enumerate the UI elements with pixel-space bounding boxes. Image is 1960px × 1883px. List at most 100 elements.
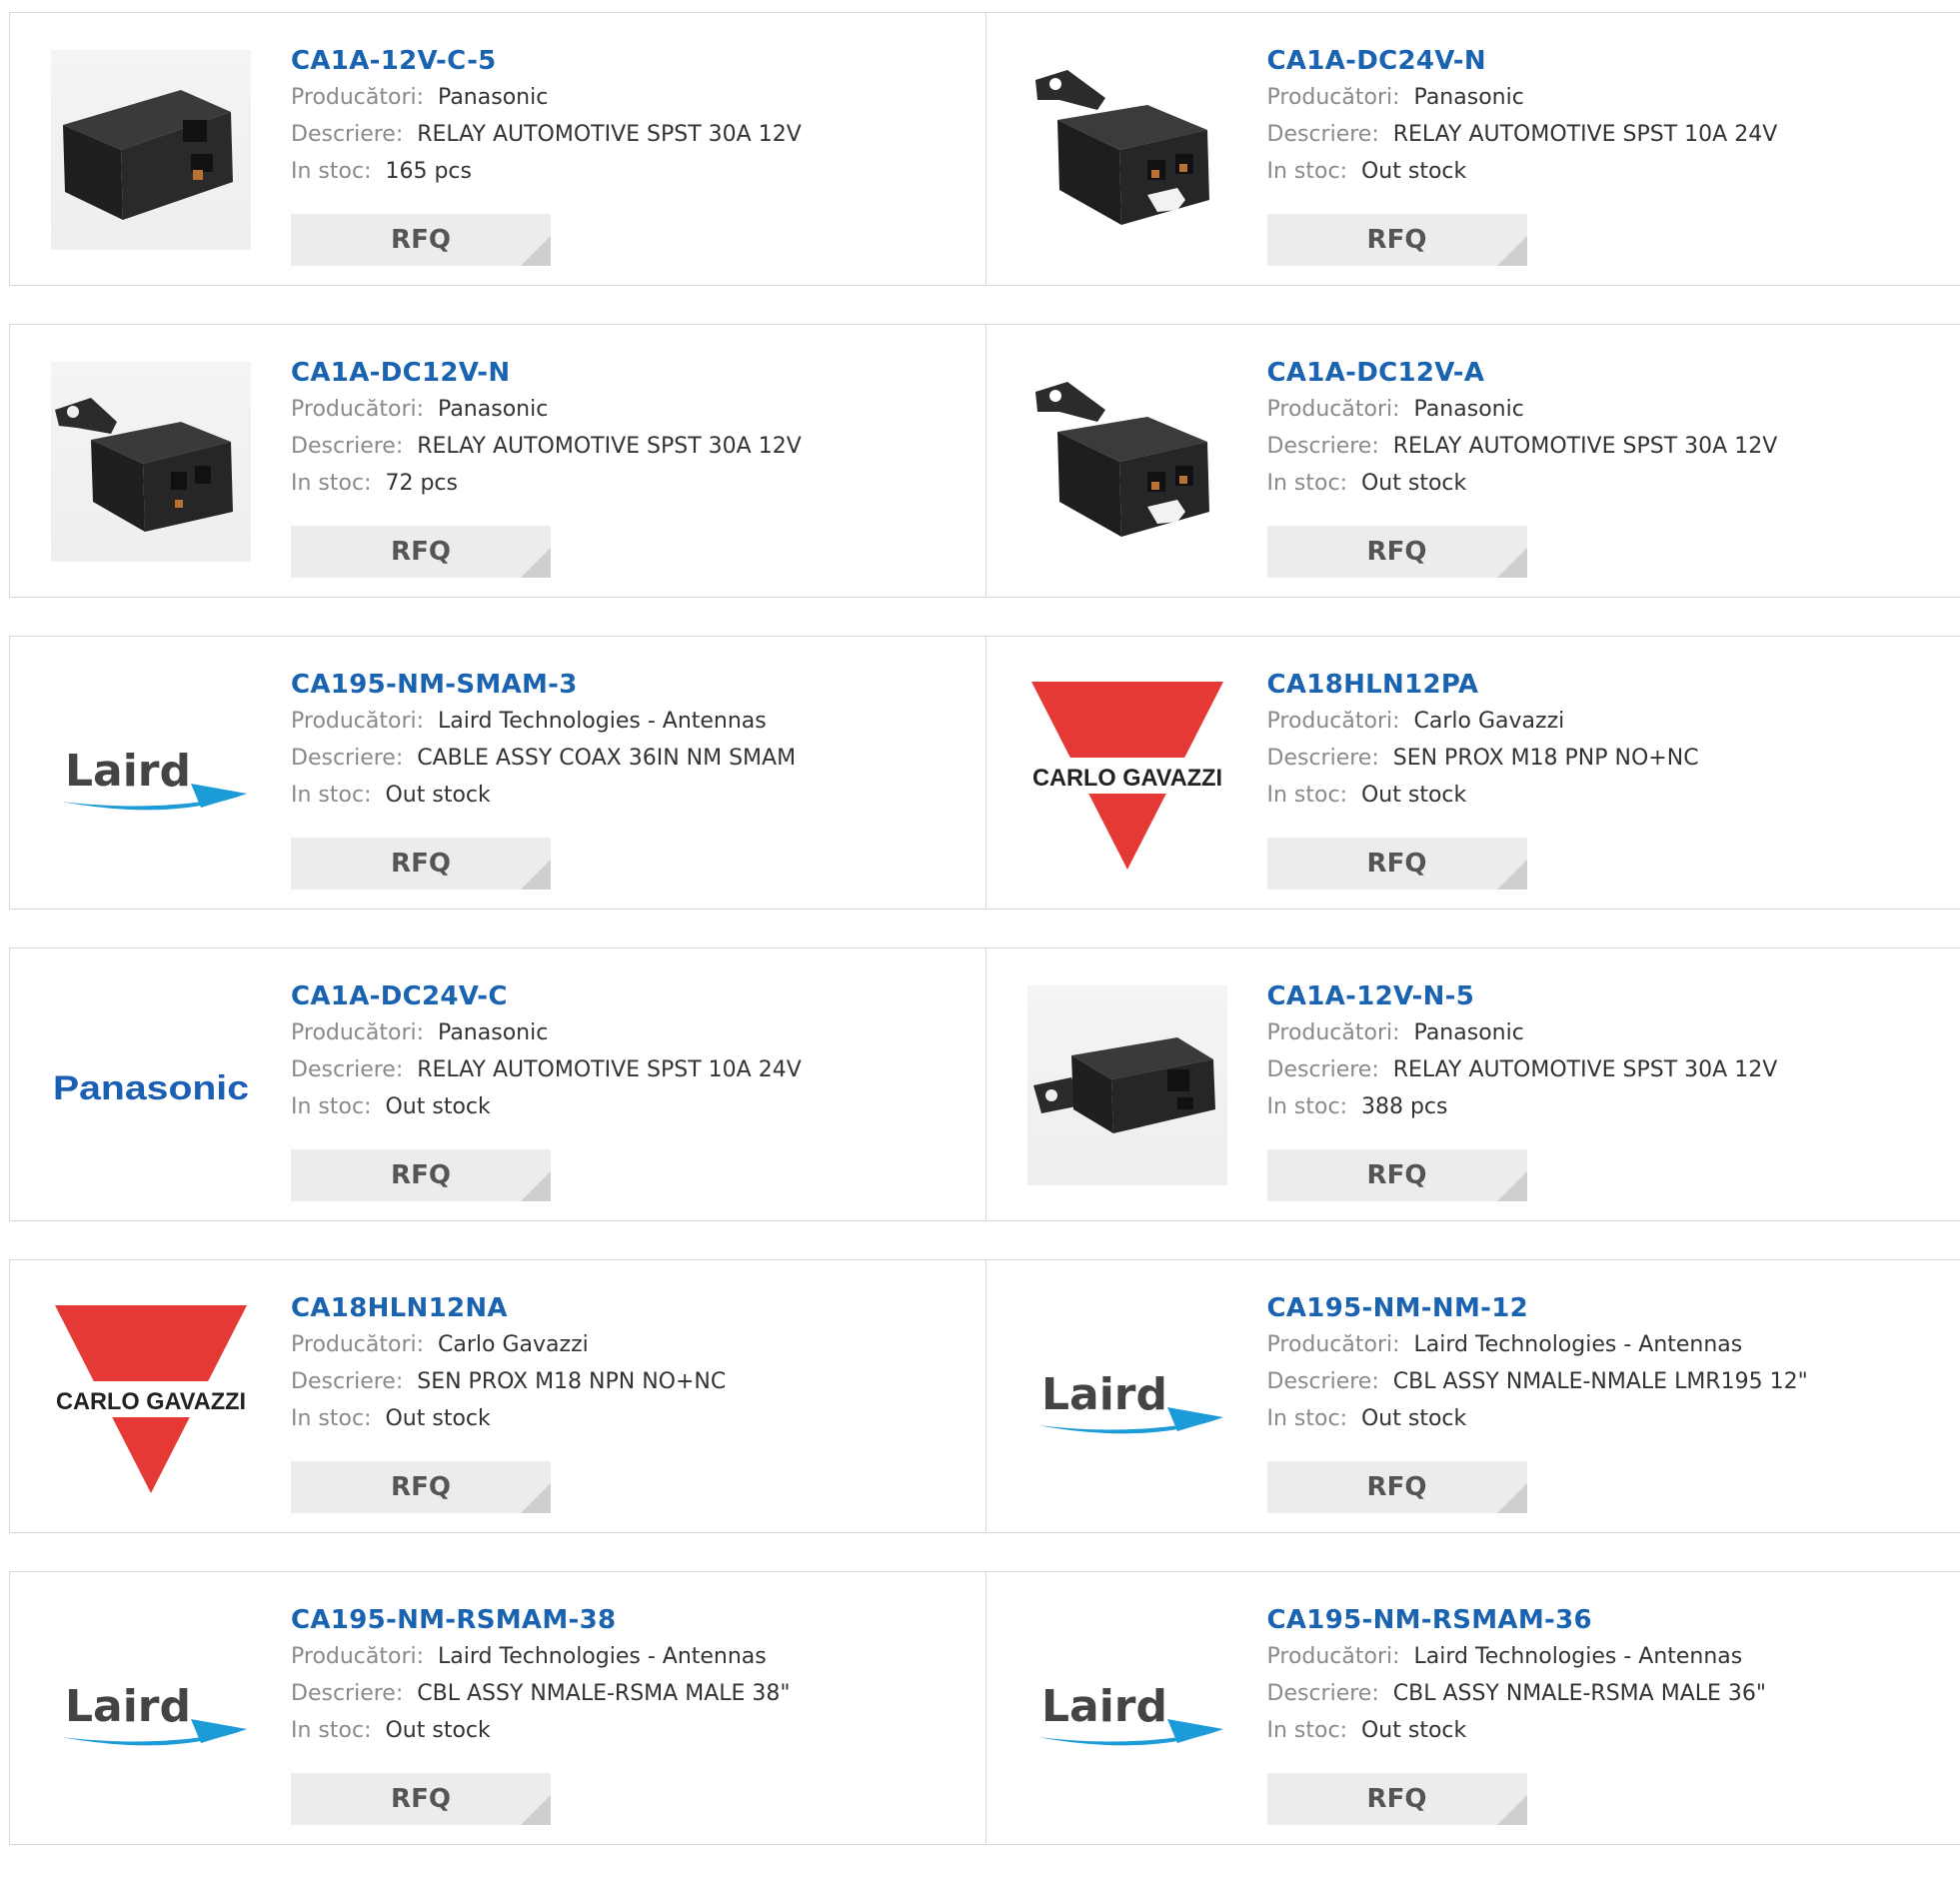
product-row: Laird CA195-NM-SMAM-3 Producători: Laird … <box>9 636 1960 910</box>
stock-value: Out stock <box>1361 159 1466 184</box>
product-card: Panasonic CA1A-DC24V-C Producători: Panas… <box>9 947 986 1221</box>
description-label: Descriere: <box>1267 1681 1379 1706</box>
product-image[interactable]: CARLO GAVAZZI <box>1027 674 1227 874</box>
description-value: CBL ASSY NMALE-NMALE LMR195 12" <box>1393 1369 1808 1394</box>
rfq-button[interactable]: RFQ <box>1267 1461 1527 1513</box>
rfq-button[interactable]: RFQ <box>291 214 551 266</box>
product-title-link[interactable]: CA195-NM-RSMAM-38 <box>291 1602 791 1638</box>
stock-label: In stoc: <box>1267 471 1347 496</box>
product-image[interactable]: Panasonic <box>51 985 251 1185</box>
product-title-link[interactable]: CA195-NM-RSMAM-36 <box>1267 1602 1767 1638</box>
product-title-link[interactable]: CA1A-12V-N-5 <box>1267 978 1778 1014</box>
panasonic-logo: Panasonic <box>51 985 251 1185</box>
manufacturer-label: Producători: <box>1267 1020 1400 1045</box>
stock-label: In stoc: <box>1267 783 1347 808</box>
product-title-link[interactable]: CA18HLN12NA <box>291 1290 726 1326</box>
product-image[interactable]: CARLO GAVAZZI <box>51 1297 251 1497</box>
rfq-button[interactable]: RFQ <box>1267 838 1527 890</box>
stock-label: In stoc: <box>291 159 371 184</box>
product-card: CA1A-DC24V-N Producători:Panasonic Descr… <box>985 12 1960 286</box>
product-title-link[interactable]: CA1A-DC12V-N <box>291 355 802 391</box>
manufacturer-value: Panasonic <box>438 1020 548 1045</box>
rfq-label: RFQ <box>1367 225 1427 255</box>
product-image[interactable] <box>1027 362 1227 562</box>
product-title-link[interactable]: CA1A-DC24V-N <box>1267 43 1778 79</box>
product-card: CARLO GAVAZZI CA18HLN12NA Producători:Ca… <box>9 1259 986 1533</box>
laird-logo-text: Laird <box>65 746 191 797</box>
manufacturer-value: Carlo Gavazzi <box>1414 709 1565 734</box>
corner-triangle-icon <box>521 236 551 266</box>
corner-triangle-icon <box>1497 860 1527 890</box>
product-image[interactable]: Laird <box>51 674 251 874</box>
corner-triangle-icon <box>521 1171 551 1201</box>
corner-triangle-icon <box>1497 548 1527 578</box>
manufacturer-value: Panasonic <box>1414 85 1524 110</box>
stock-value: Out stock <box>385 1094 490 1119</box>
product-row: CA1A-12V-C-5 Producători:Panasonic Descr… <box>9 12 1960 286</box>
stock-label: In stoc: <box>291 1094 371 1119</box>
rfq-button[interactable]: RFQ <box>291 526 551 578</box>
manufacturer-value: Laird Technologies - Antennas <box>438 1644 767 1669</box>
carlo-gavazzi-logo-text: CARLO GAVAZZI <box>1032 765 1222 792</box>
product-card: Laird CA195-NM-SMAM-3 Producători: Laird … <box>9 636 986 910</box>
product-title-link[interactable]: CA195-NM-SMAM-3 <box>291 667 796 703</box>
stock-label: In stoc: <box>1267 1718 1347 1743</box>
corner-triangle-icon <box>521 860 551 890</box>
relay-bracket-side-icon <box>51 362 251 562</box>
rfq-button[interactable]: RFQ <box>1267 1773 1527 1825</box>
manufacturer-label: Producători: <box>291 709 424 734</box>
product-image[interactable] <box>51 362 251 562</box>
product-grid: CA1A-12V-C-5 Producători: Panasonic Descr… <box>9 12 1960 1883</box>
stock-label: In stoc: <box>291 471 371 496</box>
rfq-button[interactable]: RFQ <box>291 1461 551 1513</box>
product-row: Laird CA195-NM-RSMAM-38 Producători: Lair… <box>9 1571 1960 1845</box>
manufacturer-value: Panasonic <box>1414 397 1524 422</box>
rfq-button[interactable]: RFQ <box>1267 526 1527 578</box>
product-image[interactable] <box>51 50 251 250</box>
manufacturer-label: Producători: <box>1267 1644 1400 1669</box>
product-image[interactable] <box>1027 985 1227 1185</box>
rfq-button[interactable]: RFQ <box>1267 214 1527 266</box>
manufacturer-label: Producători: <box>1267 1332 1400 1357</box>
product-image[interactable]: Laird <box>1027 1297 1227 1497</box>
manufacturer-label: Producători: <box>291 1020 424 1045</box>
product-image[interactable]: Laird <box>51 1609 251 1809</box>
product-card: Laird CA195-NM-RSMAM-38 Producători:Lair… <box>9 1571 986 1845</box>
rfq-label: RFQ <box>391 537 451 567</box>
product-row: CARLO GAVAZZI CA18HLN12NA Producători:Ca… <box>9 1259 1960 1533</box>
stock-value: 165 pcs <box>385 159 472 184</box>
description-value: CBL ASSY NMALE-RSMA MALE 36" <box>1393 1681 1766 1706</box>
rfq-label: RFQ <box>391 225 451 255</box>
product-image[interactable] <box>1027 50 1227 250</box>
rfq-button[interactable]: RFQ <box>291 838 551 890</box>
product-title-link[interactable]: CA195-NM-NM-12 <box>1267 1290 1808 1326</box>
product-title-link[interactable]: CA18HLN12PA <box>1267 667 1699 703</box>
product-title-link[interactable]: CA1A-DC12V-A <box>1267 355 1778 391</box>
manufacturer-value: Laird Technologies - Antennas <box>438 709 767 734</box>
laird-logo: Laird <box>1027 1297 1227 1497</box>
product-image[interactable]: Laird <box>1027 1609 1227 1809</box>
product-title-link[interactable]: CA1A-12V-C-5 <box>291 43 802 79</box>
description-label: Descriere: <box>291 1057 403 1082</box>
rfq-label: RFQ <box>391 1472 451 1502</box>
description-label: Descriere: <box>1267 746 1379 771</box>
description-value: RELAY AUTOMOTIVE SPST 10A 24V <box>1393 122 1778 147</box>
corner-triangle-icon <box>521 548 551 578</box>
corner-triangle-icon <box>521 1795 551 1825</box>
description-label: Descriere: <box>291 1681 403 1706</box>
stock-value: Out stock <box>385 1718 490 1743</box>
rfq-button[interactable]: RFQ <box>291 1149 551 1201</box>
manufacturer-value: Laird Technologies - Antennas <box>1414 1644 1743 1669</box>
manufacturer-value: Panasonic <box>438 397 548 422</box>
product-card: CA1A-12V-C-5 Producători:Panasonic Descr… <box>9 12 986 286</box>
laird-logo-text: Laird <box>1041 1369 1167 1420</box>
product-title-link[interactable]: CA1A-DC24V-C <box>291 978 802 1014</box>
stock-value: Out stock <box>385 783 490 808</box>
laird-logo: Laird <box>51 674 251 874</box>
description-label: Descriere: <box>1267 434 1379 459</box>
manufacturer-label: Producători: <box>291 397 424 422</box>
rfq-button[interactable]: RFQ <box>291 1773 551 1825</box>
rfq-button[interactable]: RFQ <box>1267 1149 1527 1201</box>
description-value: CABLE ASSY COAX 36IN NM SMAM <box>417 746 796 771</box>
stock-value: Out stock <box>1361 783 1466 808</box>
